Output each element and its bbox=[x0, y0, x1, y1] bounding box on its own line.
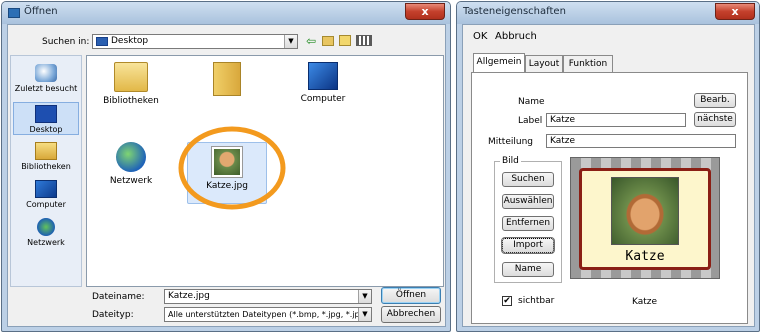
file-item-network[interactable]: Netzwerk bbox=[91, 142, 171, 186]
network-icon bbox=[116, 142, 146, 172]
properties-dialog-title: Tasteneigenschaften bbox=[463, 6, 566, 17]
file-item-computer[interactable]: Computer bbox=[283, 62, 363, 104]
open-dialog-close-button[interactable]: x bbox=[405, 3, 445, 20]
highlight-ellipse bbox=[178, 126, 286, 210]
open-dialog: Öffnen x Suchen in: Desktop ▼ ⇦ Zuletzt … bbox=[1, 1, 451, 332]
tab-panel-allgemein: Name Bearb. Label Katze nächste Mitteilu… bbox=[471, 72, 748, 324]
places-bar: Zuletzt besucht Desktop Bibliotheken Com… bbox=[10, 55, 82, 287]
libraries-folder-icon bbox=[114, 62, 148, 92]
recent-places-icon bbox=[35, 64, 57, 82]
chevron-down-icon: ▼ bbox=[358, 308, 371, 321]
button-preview: Katze bbox=[570, 157, 720, 279]
network-icon bbox=[37, 218, 55, 236]
name-label: Name bbox=[518, 97, 545, 107]
next-button[interactable]: nächste bbox=[694, 112, 736, 127]
message-label: Mitteilung bbox=[488, 137, 533, 147]
places-item-network[interactable]: Netzwerk bbox=[11, 218, 81, 247]
preview-tile: Katze bbox=[579, 168, 711, 270]
places-item-recent[interactable]: Zuletzt besucht bbox=[11, 64, 81, 93]
image-import-button[interactable]: Import bbox=[501, 237, 555, 254]
properties-dialog: Tasteneigenschaften x OK Abbruch Allgeme… bbox=[456, 1, 760, 332]
menu-ok[interactable]: OK bbox=[473, 31, 487, 42]
places-item-computer[interactable]: Computer bbox=[11, 180, 81, 209]
open-dialog-title: Öffnen bbox=[24, 6, 58, 17]
chevron-down-icon: ▼ bbox=[358, 290, 371, 303]
preview-caption: Katze bbox=[625, 249, 665, 264]
tab-funktion[interactable]: Funktion bbox=[563, 55, 613, 73]
filename-field[interactable]: Katze.jpg ▼ bbox=[164, 289, 372, 304]
image-name-text: Katze bbox=[632, 297, 658, 307]
file-item-user-folder[interactable] bbox=[187, 62, 267, 100]
message-field[interactable]: Katze bbox=[546, 134, 736, 148]
label-field[interactable]: Katze bbox=[546, 113, 686, 127]
edit-button[interactable]: Bearb. bbox=[694, 93, 736, 108]
menu-abbruch[interactable]: Abbruch bbox=[495, 31, 537, 42]
visible-checkbox[interactable]: ✔ bbox=[502, 296, 512, 306]
computer-icon bbox=[308, 62, 338, 90]
desktop-icon bbox=[96, 37, 108, 46]
user-folder-icon bbox=[213, 62, 241, 96]
label-label: Label bbox=[518, 116, 543, 126]
file-list[interactable]: Bibliotheken Computer Netzwerk Katze.jpg bbox=[86, 55, 444, 287]
visible-label: sichtbar bbox=[518, 296, 555, 306]
chevron-down-icon: ▼ bbox=[284, 35, 297, 48]
close-icon: x bbox=[731, 5, 739, 18]
filetype-combo[interactable]: Alle unterstützten Dateitypen (*.bmp, *.… bbox=[164, 307, 372, 322]
desktop-icon bbox=[35, 105, 57, 123]
image-remove-button[interactable]: Entfernen bbox=[502, 216, 554, 231]
view-menu-icon[interactable] bbox=[356, 35, 372, 46]
open-dialog-titlebar[interactable]: Öffnen x bbox=[2, 2, 450, 24]
filename-label: Dateiname: bbox=[92, 292, 145, 302]
tab-allgemein[interactable]: Allgemein bbox=[473, 53, 525, 73]
computer-icon bbox=[35, 180, 57, 198]
libraries-icon bbox=[35, 142, 57, 160]
close-icon: x bbox=[421, 5, 429, 18]
preview-cat-image bbox=[611, 177, 679, 245]
cancel-button[interactable]: Abbrechen bbox=[381, 306, 441, 323]
highlight-ellipse-shape bbox=[178, 126, 286, 210]
up-folder-icon[interactable] bbox=[322, 36, 334, 46]
properties-dialog-close-button[interactable]: x bbox=[715, 3, 755, 20]
places-item-desktop[interactable]: Desktop bbox=[13, 102, 79, 135]
lookin-label: Suchen in: bbox=[42, 37, 90, 47]
filetype-label: Dateityp: bbox=[92, 310, 134, 320]
image-select-button[interactable]: Auswählen bbox=[502, 194, 554, 209]
lookin-value: Desktop bbox=[111, 36, 149, 46]
lookin-combo[interactable]: Desktop ▼ bbox=[92, 34, 298, 49]
properties-dialog-titlebar[interactable]: Tasteneigenschaften x bbox=[457, 2, 759, 24]
new-folder-icon[interactable] bbox=[339, 35, 351, 46]
properties-dialog-client: OK Abbruch Allgemein Layout Funktion Nam… bbox=[462, 24, 755, 327]
places-item-libraries[interactable]: Bibliotheken bbox=[11, 142, 81, 171]
image-search-button[interactable]: Suchen bbox=[502, 172, 554, 187]
window-app-icon bbox=[8, 8, 20, 18]
image-group-label: Bild bbox=[500, 156, 521, 166]
file-item-libraries[interactable]: Bibliotheken bbox=[91, 62, 171, 106]
open-button[interactable]: Öffnen bbox=[381, 287, 441, 304]
image-name-button[interactable]: Name bbox=[502, 262, 554, 277]
back-arrow-icon[interactable]: ⇦ bbox=[306, 34, 316, 48]
open-dialog-client: Suchen in: Desktop ▼ ⇦ Zuletzt besucht D… bbox=[7, 24, 446, 327]
tab-layout[interactable]: Layout bbox=[525, 55, 563, 73]
